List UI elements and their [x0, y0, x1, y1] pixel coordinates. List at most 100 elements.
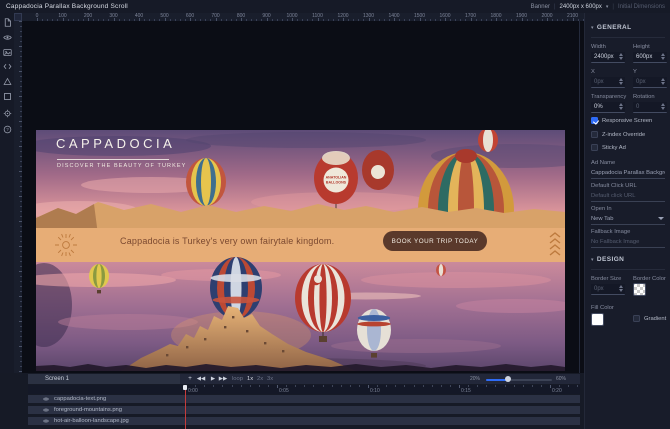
stepper-icon[interactable]: [619, 285, 623, 292]
fast-forward-button[interactable]: ▶▶: [218, 374, 228, 384]
open-in-label: Open In: [591, 206, 612, 212]
fill-color-swatch[interactable]: [591, 313, 604, 326]
speed-3x-button[interactable]: 3x: [267, 374, 273, 384]
ruler-tick: [302, 19, 304, 21]
ruler-tick: [572, 18, 574, 21]
time-tick: [449, 385, 451, 387]
format-label[interactable]: Banner: [531, 4, 550, 10]
layer-row[interactable]: foreground-mountains.png: [28, 406, 580, 414]
ruler-tick: [20, 26, 22, 27]
border-size-label: Border Size: [591, 276, 622, 282]
stepper-icon[interactable]: [619, 103, 623, 110]
ruler-tick: [562, 19, 564, 21]
y-input[interactable]: 0px: [633, 77, 667, 88]
ruler-tick: [20, 326, 22, 327]
playhead-line[interactable]: [185, 385, 186, 429]
speed-1x-button[interactable]: 1x: [247, 374, 253, 384]
ruler-tick: [388, 19, 390, 21]
checkbox-row[interactable]: Z-index Override: [591, 131, 645, 138]
ruler-tick: [20, 116, 22, 117]
ruler-tick: [93, 19, 95, 21]
banner-canvas[interactable]: ANATOLIAN BALLOONS CAPPADOCIA DISCOVER T…: [36, 130, 565, 371]
ruler-tick: [363, 19, 365, 21]
layer-row[interactable]: cappadocia-text.png: [28, 395, 580, 403]
stepper-icon[interactable]: [661, 53, 665, 60]
ruler-tick: [20, 136, 22, 137]
ruler-tick: [19, 321, 22, 322]
ruler-tick: [348, 19, 350, 21]
transparency-input[interactable]: 0%: [591, 102, 625, 113]
time-tick: [295, 385, 297, 387]
eye-icon[interactable]: [2, 32, 12, 42]
stepper-icon[interactable]: [661, 78, 665, 85]
screen-tab[interactable]: Screen 1: [28, 374, 180, 384]
checkbox[interactable]: [591, 131, 598, 138]
add-screen-button[interactable]: +: [185, 374, 195, 384]
gradient-label: Gradient: [644, 315, 667, 322]
canvas-scrollbar[interactable]: [579, 21, 580, 373]
ruler-tick: [72, 19, 74, 21]
height-input[interactable]: 600px: [633, 52, 667, 63]
chevron-down-icon: ▾: [591, 25, 594, 31]
stepper-icon[interactable]: [619, 78, 623, 85]
section-general[interactable]: ▾ GENERAL: [591, 24, 632, 31]
ruler-tick: [297, 19, 299, 21]
zoom-slider-handle[interactable]: [505, 376, 511, 382]
time-tick: [213, 385, 215, 387]
ruler-tick: [373, 19, 375, 21]
rewind-button[interactable]: ◀◀: [196, 374, 206, 384]
time-tick: [231, 385, 233, 387]
open-in-select[interactable]: New Tab: [591, 214, 665, 225]
checkbox-row[interactable]: Responsive Screen: [591, 117, 652, 124]
dimensions-dropdown[interactable]: 2400px x 600px: [560, 4, 602, 10]
checkbox-row[interactable]: Sticky Ad: [591, 144, 626, 151]
initial-dimensions-button[interactable]: Initial Dimensions: [618, 4, 665, 10]
x-input[interactable]: 0px: [591, 77, 625, 88]
eye-icon[interactable]: [43, 418, 49, 424]
embed-code-icon[interactable]: [2, 61, 12, 71]
speed-2x-button[interactable]: 2x: [257, 374, 263, 384]
width-input[interactable]: 2400px: [591, 52, 625, 63]
stepper-icon[interactable]: [661, 103, 665, 110]
time-label: 0:00: [188, 387, 198, 394]
click-url-input[interactable]: Default click URL: [591, 191, 665, 202]
ad-name-input[interactable]: Cappadocia Parallax Background Scr: [591, 168, 665, 179]
gradient-checkbox-row[interactable]: Gradient: [633, 315, 666, 322]
play-button[interactable]: ▶: [209, 374, 217, 384]
border-size-input[interactable]: 0px: [591, 284, 625, 295]
stepper-icon[interactable]: [619, 53, 623, 60]
balloon-label-bottom: BALLOONS: [326, 181, 347, 185]
ruler-tick: [20, 66, 22, 67]
rotation-input[interactable]: 0: [633, 102, 667, 113]
timeline-ruler[interactable]: 0:00 0:05 0:10 0:15 0:20: [28, 385, 580, 394]
layer-row[interactable]: hot-air-balloon-landscape.jpg: [28, 417, 580, 425]
design-canvas[interactable]: ANATOLIAN BALLOONS CAPPADOCIA DISCOVER T…: [22, 21, 582, 373]
ruler-tick: [205, 19, 207, 21]
checkbox[interactable]: [591, 117, 598, 124]
ruler-tick: [20, 166, 22, 167]
vector-icon[interactable]: [2, 76, 12, 86]
time-tick: [550, 385, 551, 388]
cta-button[interactable]: BOOK YOUR TRIP TODAY: [383, 231, 487, 251]
help-icon[interactable]: ?: [2, 124, 12, 134]
checkbox-label: Responsive Screen: [602, 117, 653, 124]
layer-name: foreground-mountains.png: [54, 407, 122, 413]
file-icon[interactable]: [2, 17, 12, 27]
loop-toggle[interactable]: loop: [232, 374, 243, 384]
rectangle-icon[interactable]: [2, 91, 12, 101]
border-color-swatch[interactable]: [633, 283, 646, 296]
image-icon[interactable]: [2, 47, 12, 57]
eye-icon[interactable]: [43, 407, 49, 413]
timeline-controls-bar: Screen 1 + ◀◀ ▶ ▶▶ loop 1x 2x 3x 20% 60%: [28, 374, 580, 384]
eye-icon[interactable]: [43, 396, 49, 402]
zoom-value-label: 20%: [470, 376, 481, 382]
checkbox[interactable]: [591, 144, 598, 151]
ruler-tick: [20, 61, 22, 62]
gradient-checkbox[interactable]: [633, 315, 640, 322]
playhead-handle[interactable]: [183, 385, 187, 390]
target-icon[interactable]: [2, 108, 12, 118]
section-design[interactable]: ▾ DESIGN: [591, 256, 624, 263]
ruler-tick: [20, 131, 22, 132]
ruler-tick: [312, 19, 314, 21]
fallback-image-input[interactable]: No Fallback Image: [591, 237, 665, 248]
